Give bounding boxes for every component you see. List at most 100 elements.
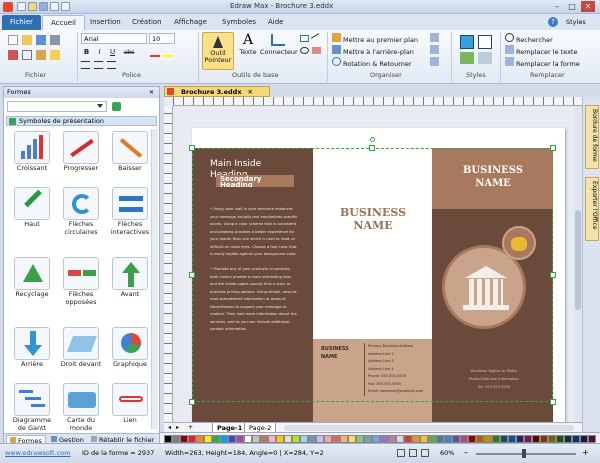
symbol-baisser[interactable]: Baisser <box>106 131 154 185</box>
pointer-tool-button[interactable]: Outil Pointeur <box>202 32 234 70</box>
color-swatch[interactable] <box>396 435 404 443</box>
color-swatch[interactable] <box>276 435 284 443</box>
file-paste-icon[interactable] <box>36 50 46 60</box>
selection-handle[interactable] <box>189 272 195 278</box>
text-tool-button[interactable]: A Texte <box>238 32 258 70</box>
group-icon[interactable] <box>430 57 439 66</box>
color-swatch[interactable] <box>172 435 180 443</box>
add-page-icon[interactable]: + <box>188 424 193 431</box>
selection-frame[interactable] <box>192 148 553 402</box>
symbol-gantt[interactable]: Diagramme de Gantt <box>8 383 56 431</box>
redo-icon[interactable] <box>61 2 70 11</box>
color-swatch[interactable] <box>404 435 412 443</box>
strikethrough-button[interactable]: abc <box>121 47 137 58</box>
symbol-fleches-circulaires[interactable]: Flèches circulaires <box>57 187 105 241</box>
distribute-icon[interactable] <box>430 45 439 54</box>
selection-handle[interactable] <box>189 399 195 405</box>
tab-insertion[interactable]: Insertion <box>82 15 129 30</box>
selection-handle[interactable] <box>550 145 556 151</box>
file-print-icon[interactable] <box>50 35 60 45</box>
rotation-handle[interactable] <box>370 137 375 142</box>
color-swatch[interactable] <box>196 435 204 443</box>
theme-style-icon[interactable] <box>460 52 474 64</box>
align-left-icon[interactable] <box>81 61 90 69</box>
color-swatch[interactable] <box>356 435 364 443</box>
color-swatch[interactable] <box>460 435 468 443</box>
font-name-select[interactable]: Arial <box>81 33 147 44</box>
color-swatch[interactable] <box>340 435 348 443</box>
symbol-fleches-opposees[interactable]: Flèches opposées <box>57 257 105 311</box>
color-swatch[interactable] <box>348 435 356 443</box>
color-swatch[interactable] <box>380 435 388 443</box>
prev-page-icon[interactable]: ◂ <box>168 424 171 431</box>
styles-menu[interactable]: Styles <box>566 18 586 26</box>
file-save-icon[interactable] <box>36 35 46 45</box>
color-swatch[interactable] <box>300 435 308 443</box>
connector-tool-button[interactable]: Connecteur <box>260 32 298 70</box>
color-swatch[interactable] <box>388 435 396 443</box>
color-swatch[interactable] <box>316 435 324 443</box>
undo-icon[interactable] <box>50 2 59 11</box>
color-swatch[interactable] <box>508 435 516 443</box>
color-swatch[interactable] <box>220 435 228 443</box>
replace-shape-button[interactable]: Remplacer la forme <box>505 57 580 68</box>
shadow-style-icon[interactable] <box>478 52 492 64</box>
color-swatch[interactable] <box>476 435 484 443</box>
color-swatch[interactable] <box>588 435 596 443</box>
zoom-slider-thumb[interactable] <box>522 449 526 458</box>
color-swatch[interactable] <box>324 435 332 443</box>
color-swatch[interactable] <box>372 435 380 443</box>
fit-page-icon[interactable] <box>409 449 417 457</box>
shape-border-tab[interactable]: Bordure de forme <box>585 105 599 169</box>
underline-button[interactable]: U <box>107 47 118 58</box>
italic-button[interactable]: I <box>94 47 105 58</box>
library-dropdown-icon[interactable] <box>97 104 103 108</box>
color-swatch[interactable] <box>332 435 340 443</box>
bold-button[interactable]: B <box>81 47 92 58</box>
color-swatch[interactable] <box>292 435 300 443</box>
color-swatch[interactable] <box>244 435 252 443</box>
format-painter-icon[interactable] <box>50 50 60 60</box>
symbol-croissant[interactable]: Croissant <box>8 131 56 185</box>
tab-aide[interactable]: Aide <box>260 15 291 30</box>
zoom-slider[interactable] <box>476 453 576 455</box>
color-swatch[interactable] <box>204 435 212 443</box>
color-swatch[interactable] <box>188 435 196 443</box>
color-swatch[interactable] <box>436 435 444 443</box>
file-cut-icon[interactable] <box>8 50 18 60</box>
brochure-page[interactable]: Main Inside Heading Secondary Heading • … <box>189 128 565 422</box>
color-swatch[interactable] <box>484 435 492 443</box>
tab-accueil[interactable]: Accueil <box>42 15 85 30</box>
open-icon[interactable] <box>28 2 37 11</box>
library-select[interactable] <box>7 101 107 112</box>
save-icon[interactable] <box>39 2 48 11</box>
align-center-icon[interactable] <box>94 61 103 69</box>
symbol-droit-devant[interactable]: Droit devant <box>57 327 105 381</box>
shape-curve-icon[interactable] <box>300 47 309 54</box>
color-swatch[interactable] <box>556 435 564 443</box>
file-copy-icon[interactable] <box>22 50 32 60</box>
color-swatch[interactable] <box>532 435 540 443</box>
color-swatch[interactable] <box>468 435 476 443</box>
selection-handle[interactable] <box>189 145 195 151</box>
font-size-select[interactable]: 10 <box>149 33 175 44</box>
help-icon[interactable]: ? <box>548 17 558 27</box>
document-tab[interactable]: Brochure 3.eddx ✕ <box>164 86 270 97</box>
symbol-arriere[interactable]: Arrière <box>8 327 56 381</box>
next-page-icon[interactable]: ▸ <box>176 424 179 431</box>
tab-fichier[interactable]: Fichier <box>2 15 41 30</box>
symbol-haut[interactable]: Haut <box>8 187 56 241</box>
color-swatch[interactable] <box>548 435 556 443</box>
find-button[interactable]: Rechercher <box>505 33 553 44</box>
shape-pencil-icon[interactable] <box>312 47 321 54</box>
new-icon[interactable] <box>17 2 26 11</box>
fullscreen-icon[interactable] <box>421 449 429 457</box>
section-toggle-icon[interactable] <box>9 118 16 125</box>
symbol-carte-du-monde[interactable]: Carte du monde <box>57 383 105 431</box>
symbol-lien[interactable]: Lien <box>106 383 154 431</box>
color-swatch[interactable] <box>212 435 220 443</box>
align-icon[interactable] <box>430 33 439 42</box>
panel-scrollbar[interactable] <box>151 129 158 429</box>
library-add-icon[interactable] <box>112 102 121 111</box>
close-button[interactable]: ✕ <box>581 1 595 12</box>
